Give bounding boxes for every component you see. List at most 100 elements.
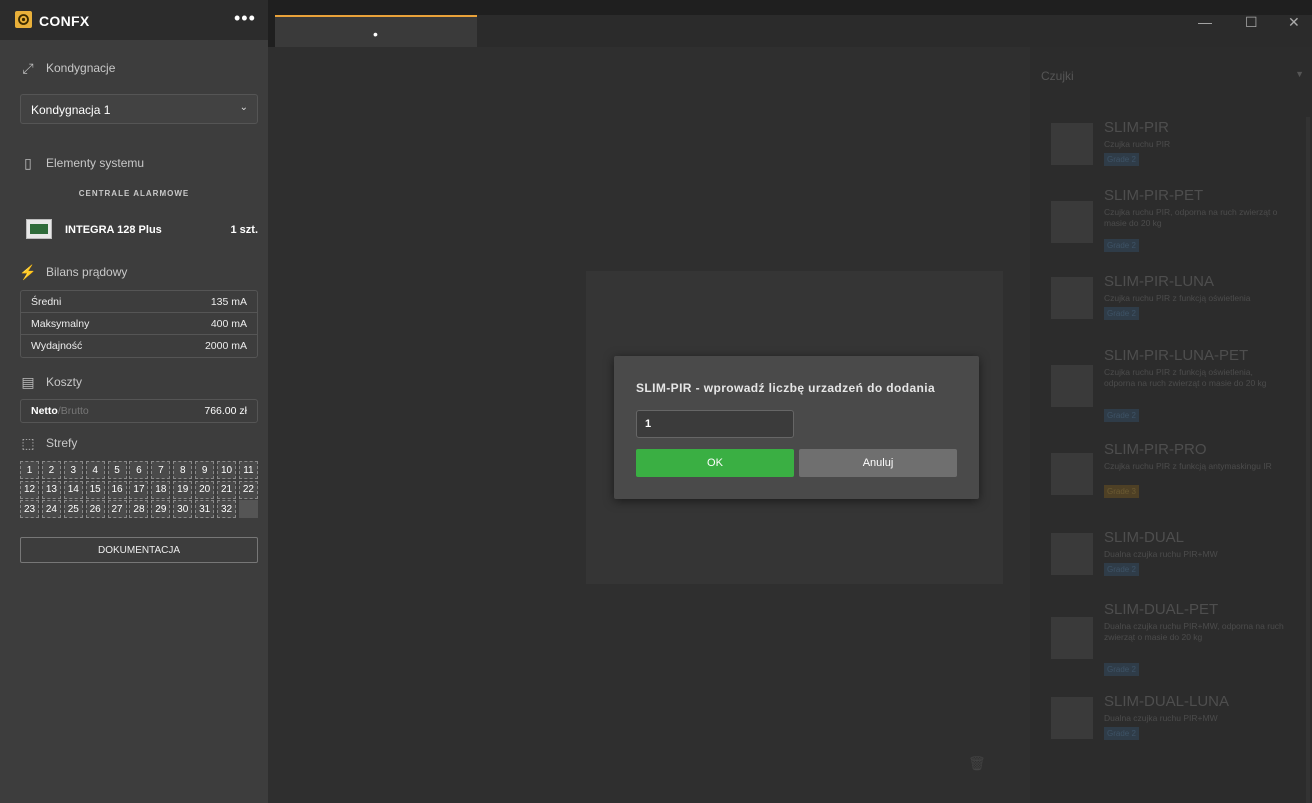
zone-14[interactable]: 14 bbox=[63, 480, 83, 499]
device-name: SLIM-PIR-PRO bbox=[1104, 441, 1207, 458]
zone-7[interactable]: 7 bbox=[151, 461, 171, 479]
device-name: SLIM-PIR bbox=[1104, 119, 1170, 136]
app-window: CONFX ••• ⤢ Kondygnacje Kondygnacja 1 ⌄ … bbox=[0, 0, 1312, 803]
power-value: 400 mA bbox=[210, 317, 247, 330]
zone-6[interactable]: 6 bbox=[129, 461, 149, 479]
power-value: 2000 mA bbox=[204, 340, 247, 352]
netto-label: Netto bbox=[31, 405, 58, 417]
costs-section-header: ▤ Koszty bbox=[20, 372, 82, 392]
minimize-icon[interactable]: — bbox=[1198, 14, 1212, 30]
zone-30[interactable]: 30 bbox=[173, 500, 193, 518]
floors-icon: ⤢ bbox=[22, 59, 34, 76]
device-desc: Dualna czujka ruchu PIR+MW, odporna na r… bbox=[1104, 621, 1284, 642]
zone-19[interactable]: 19 bbox=[173, 480, 193, 499]
zones-header-label: Strefy bbox=[46, 436, 78, 450]
documentation-button[interactable]: DOKUMENTACJA bbox=[20, 537, 258, 563]
ok-button[interactable]: OK bbox=[636, 449, 794, 477]
zone-22[interactable]: 22 bbox=[238, 480, 258, 499]
device-name: SLIM-PIR-LUNA bbox=[1104, 273, 1215, 290]
zone-13[interactable]: 13 bbox=[41, 480, 61, 499]
device-thumbnail bbox=[1051, 201, 1093, 243]
table-row: Średni 135 mA bbox=[21, 291, 257, 313]
floors-section-header: ⤢ Kondygnacje bbox=[20, 58, 115, 78]
table-row: Wydajność 2000 mA bbox=[21, 335, 257, 357]
lightning-icon: ⚡ bbox=[19, 263, 37, 280]
brutto-label: /Brutto bbox=[57, 405, 89, 417]
app-title: CONFX bbox=[39, 13, 90, 29]
tab-label: • bbox=[373, 26, 378, 42]
close-icon[interactable]: ✕ bbox=[1288, 14, 1300, 31]
zone-12[interactable]: 12 bbox=[20, 480, 39, 499]
device-icon: ▯ bbox=[24, 154, 32, 171]
zone-8[interactable]: 8 bbox=[173, 461, 193, 479]
device-desc: Czujka ruchu PIR bbox=[1104, 139, 1171, 149]
trash-icon[interactable]: 🗑 bbox=[968, 755, 988, 779]
zone-18[interactable]: 18 bbox=[151, 480, 171, 499]
panel-thumbnail bbox=[26, 219, 52, 239]
system-header-label: Elementy systemu bbox=[46, 156, 145, 170]
scrollbar[interactable] bbox=[1306, 117, 1310, 803]
library-device-card[interactable]: SLIM-PIR Czujka ruchu PIR Grade 2 bbox=[1051, 119, 1291, 179]
zone-26[interactable]: 26 bbox=[85, 500, 105, 518]
zone-28[interactable]: 28 bbox=[129, 500, 149, 518]
zone-17[interactable]: 17 bbox=[129, 480, 149, 499]
zones-icon: ⬚ bbox=[21, 434, 35, 451]
quantity-input[interactable] bbox=[636, 410, 794, 438]
zone-24[interactable]: 24 bbox=[41, 500, 61, 518]
cost-value: 766.00 zł bbox=[204, 405, 247, 417]
grade-badge: Grade 2 bbox=[1104, 239, 1139, 252]
power-label: Wydajność bbox=[31, 340, 83, 352]
library-device-card[interactable]: SLIM-DUAL-PET Dualna czujka ruchu PIR+MW… bbox=[1051, 601, 1291, 681]
zone-20[interactable]: 20 bbox=[195, 480, 215, 499]
zone-11[interactable]: 11 bbox=[238, 461, 258, 479]
device-desc: Czujka ruchu PIR z funkcją oświetlenia bbox=[1104, 293, 1251, 303]
zone-9[interactable]: 9 bbox=[195, 461, 215, 479]
maximize-icon[interactable]: ☐ bbox=[1245, 14, 1258, 31]
zone-2[interactable]: 2 bbox=[41, 461, 61, 479]
zone-10[interactable]: 10 bbox=[217, 461, 237, 479]
sidebar: CONFX ••• ⤢ Kondygnacje Kondygnacja 1 ⌄ … bbox=[0, 0, 268, 803]
zone-32[interactable]: 32 bbox=[217, 500, 237, 518]
system-device-qty: 1 szt. bbox=[230, 224, 258, 236]
zone-29[interactable]: 29 bbox=[151, 500, 171, 518]
device-name: SLIM-DUAL-PET bbox=[1104, 601, 1219, 618]
device-desc: Czujka ruchu PIR z funkcją antymaskingu … bbox=[1104, 461, 1272, 471]
chevron-down-icon[interactable]: ▼ bbox=[1295, 69, 1304, 79]
cancel-button[interactable]: Anuluj bbox=[799, 449, 957, 477]
zone-31[interactable]: 31 bbox=[195, 500, 215, 518]
zone-add-slot[interactable] bbox=[238, 500, 258, 518]
zone-5[interactable]: 5 bbox=[107, 461, 127, 479]
zone-3[interactable]: 3 bbox=[63, 461, 83, 479]
cost-row[interactable]: Netto/Brutto 766.00 zł bbox=[20, 399, 258, 423]
zone-1[interactable]: 1 bbox=[20, 461, 39, 479]
device-desc: Czujka ruchu PIR z funkcją oświetlenia, … bbox=[1104, 367, 1267, 388]
device-name: SLIM-PIR-LUNA-PET bbox=[1104, 347, 1249, 364]
dialog-title: SLIM-PIR - wprowadź liczbę urzadzeń do d… bbox=[636, 381, 936, 395]
library-device-card[interactable]: SLIM-DUAL-LUNA Dualna czujka ruchu PIR+M… bbox=[1051, 693, 1291, 753]
zone-25[interactable]: 25 bbox=[63, 500, 83, 518]
floor-select[interactable]: Kondygnacja 1 ⌄ bbox=[20, 94, 258, 124]
device-thumbnail bbox=[1051, 365, 1093, 407]
more-menu-icon[interactable]: ••• bbox=[234, 8, 256, 29]
grade-badge: Grade 2 bbox=[1104, 663, 1139, 676]
system-device-row[interactable]: INTEGRA 128 Plus 1 szt. bbox=[26, 217, 258, 243]
zone-21[interactable]: 21 bbox=[217, 480, 237, 499]
app-logo-icon bbox=[15, 11, 32, 28]
library-device-card[interactable]: SLIM-PIR-LUNA-PET Czujka ruchu PIR z fun… bbox=[1051, 347, 1291, 427]
library-device-card[interactable]: SLIM-DUAL Dualna czujka ruchu PIR+MW Gra… bbox=[1051, 529, 1291, 589]
tab-project[interactable]: • bbox=[275, 15, 477, 47]
device-thumbnail bbox=[1051, 277, 1093, 319]
zone-27[interactable]: 27 bbox=[107, 500, 127, 518]
zone-23[interactable]: 23 bbox=[20, 500, 39, 518]
zone-15[interactable]: 15 bbox=[85, 480, 105, 499]
zone-4[interactable]: 4 bbox=[85, 461, 105, 479]
library-header[interactable]: Czujki bbox=[1041, 69, 1074, 83]
device-thumbnail bbox=[1051, 453, 1093, 495]
device-library-panel: Czujki ▼ SLIM-PIR Czujka ruchu PIR Grade… bbox=[1030, 47, 1312, 803]
grade-badge: Grade 2 bbox=[1104, 307, 1139, 320]
library-device-card[interactable]: SLIM-PIR-LUNA Czujka ruchu PIR z funkcją… bbox=[1051, 273, 1291, 333]
library-device-card[interactable]: SLIM-PIR-PET Czujka ruchu PIR, odporna n… bbox=[1051, 187, 1291, 257]
library-device-card[interactable]: SLIM-PIR-PRO Czujka ruchu PIR z funkcją … bbox=[1051, 441, 1291, 511]
zone-16[interactable]: 16 bbox=[107, 480, 127, 499]
device-thumbnail bbox=[1051, 533, 1093, 575]
